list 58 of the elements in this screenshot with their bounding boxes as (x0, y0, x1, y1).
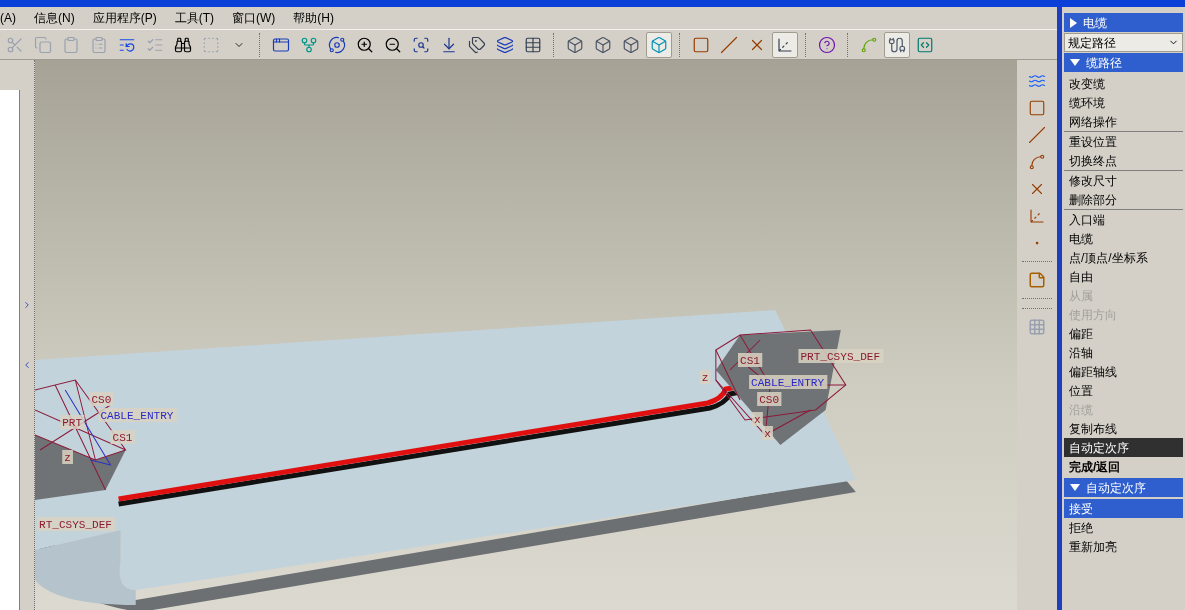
menu-item[interactable]: 拒绝 (1064, 518, 1183, 537)
datum-label: CS1 (738, 353, 763, 367)
menu-item[interactable]: 接受 (1064, 499, 1183, 518)
triangle-down-icon (1070, 484, 1080, 491)
menu-bar-item[interactable]: 信息(N) (34, 9, 75, 27)
plane-icon[interactable] (1028, 99, 1046, 117)
triangle-down-icon (1070, 59, 1080, 66)
section-title: 自动定次序 (1086, 479, 1146, 497)
menu-item[interactable]: 入口端 (1064, 210, 1183, 229)
route-dropdown[interactable]: 规定路径 (1064, 33, 1183, 52)
menu-item[interactable]: 点/顶点/坐标系 (1064, 248, 1183, 267)
axis-icon[interactable] (1028, 126, 1046, 144)
menu-section-header[interactable]: 缆路径 (1064, 53, 1183, 72)
datum-label: x (752, 412, 763, 426)
note-icon[interactable] (1028, 271, 1046, 289)
datum-label: CABLE_ENTRY (98, 408, 177, 422)
menu-bar-item[interactable]: 工具(T) (174, 9, 214, 27)
datum-label: z (62, 450, 73, 464)
datum-label: RT_CSYS_DEF (37, 517, 116, 531)
datum-label: x (762, 426, 773, 440)
menu-bar-item[interactable]: 帮助(H) (293, 9, 334, 27)
datum-label: CS1 (110, 430, 135, 444)
datum-label: z (699, 370, 711, 384)
menu-item[interactable]: 重设位置 (1064, 132, 1183, 151)
wave-curve-icon[interactable] (1028, 72, 1046, 90)
menu-item[interactable]: 自由 (1064, 267, 1183, 286)
menu-bar-item[interactable]: 窗口(W) (232, 9, 276, 27)
coordinate-system-icon[interactable] (1028, 207, 1046, 225)
done-menu-item[interactable]: 完成/返回 (1064, 457, 1183, 477)
menu-item[interactable]: 切换终点 (1064, 151, 1183, 170)
chevron-left-icon[interactable] (22, 360, 32, 370)
menu-item[interactable]: 删除部分 (1064, 190, 1183, 209)
menu-item[interactable]: 自动定次序 (1064, 438, 1183, 457)
menu-item[interactable]: 偏距 (1064, 324, 1183, 343)
chevron-right-icon[interactable] (22, 300, 32, 310)
menu-item[interactable]: 位置 (1064, 381, 1183, 400)
menu-item[interactable]: 改变缆 (1064, 74, 1183, 93)
menu-item[interactable]: 电缆 (1064, 229, 1183, 248)
menu-section-header[interactable]: 自动定次序 (1064, 478, 1183, 497)
menu-item[interactable]: 复制布线 (1064, 419, 1183, 438)
menu-item[interactable]: 缆环境 (1064, 93, 1183, 112)
section-title: 电缆 (1083, 14, 1107, 32)
menu-item[interactable]: 沿轴 (1064, 343, 1183, 362)
triangle-right-icon (1070, 17, 1077, 28)
menu-bar-item[interactable]: 应用程序(P) (92, 9, 157, 27)
menu-bar-item[interactable]: (A) (0, 9, 16, 27)
curve-icon[interactable] (1028, 153, 1046, 171)
section-title: 缆路径 (1086, 54, 1122, 72)
menu-item[interactable]: 修改尺寸 (1064, 171, 1183, 190)
datum-label: PRT (60, 415, 85, 429)
datum-label: CS0 (757, 392, 782, 406)
menu-section-header[interactable]: 电缆 (1064, 13, 1183, 32)
menu-item[interactable]: 重新加亮 (1064, 537, 1183, 556)
datum-label: PRT_CSYS_DEF (798, 349, 884, 363)
menu-item[interactable]: 网络操作 (1064, 112, 1183, 131)
datum-label: CABLE_ENTRY (749, 375, 828, 389)
menu-item[interactable]: 偏距轴线 (1064, 362, 1183, 381)
datum-label: CS0 (89, 392, 114, 406)
